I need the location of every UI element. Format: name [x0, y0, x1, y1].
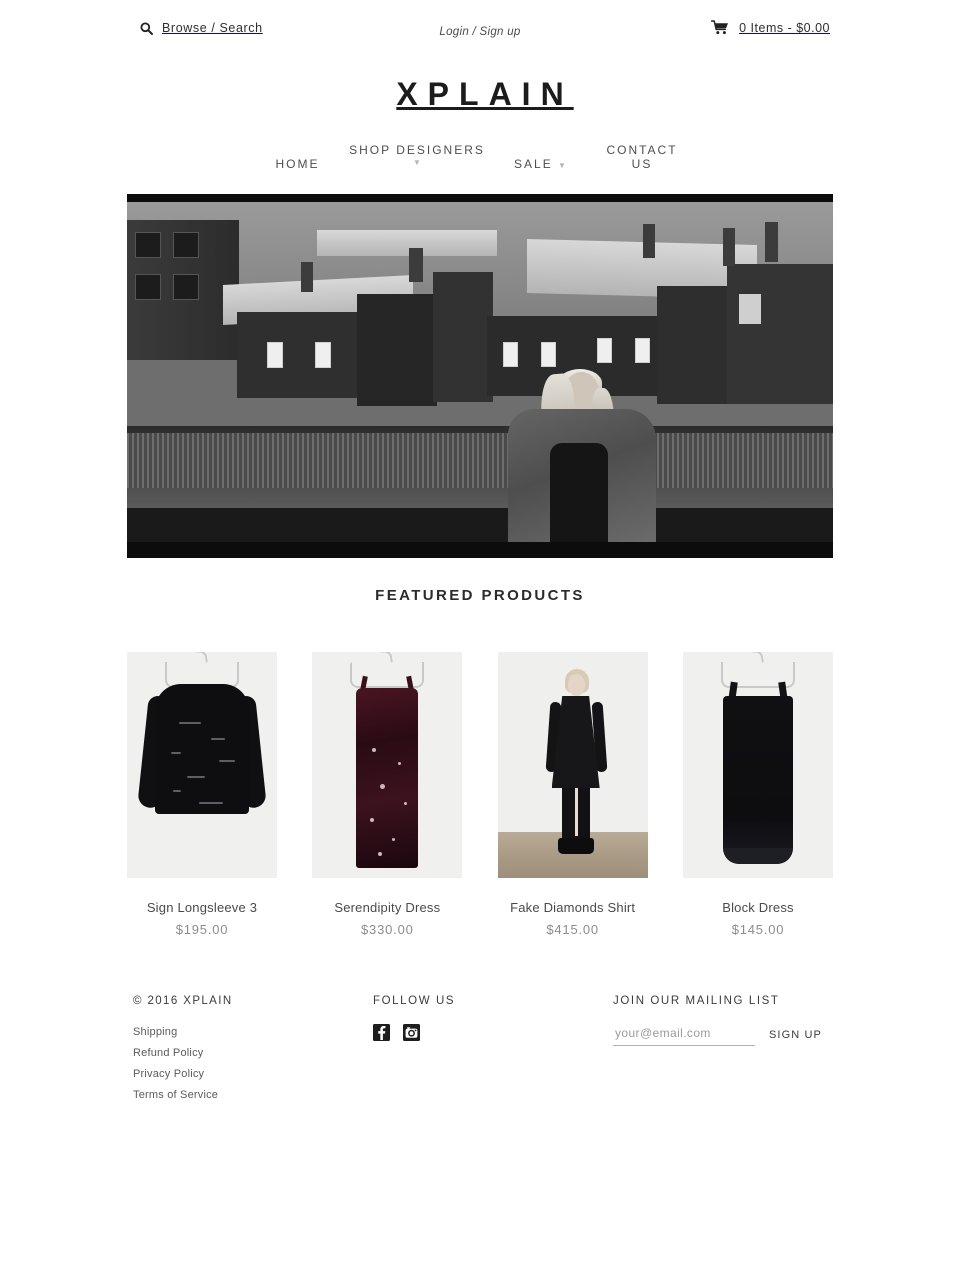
product-card[interactable]: Block Dress $145.00	[682, 652, 833, 937]
hero-roof	[317, 230, 497, 256]
product-image-serendipity-dress[interactable]	[312, 652, 463, 878]
hero-window	[135, 232, 161, 258]
footer-links-column: © 2016 XPLAIN Shipping Refund Policy Pri…	[133, 995, 353, 1110]
footer-link-list: Shipping Refund Policy Privacy Policy Te…	[133, 1026, 353, 1101]
hero-banner[interactable]	[127, 194, 833, 558]
product-name[interactable]: Sign Longsleeve 3	[127, 900, 277, 915]
instagram-icon[interactable]	[403, 1024, 420, 1041]
product-name[interactable]: Block Dress	[683, 900, 833, 915]
logo-area: XPLAIN	[0, 58, 960, 110]
hero-window	[267, 342, 283, 368]
featured-products-grid: Sign Longsleeve 3 $195.00 Serendipity Dr…	[127, 652, 833, 937]
chevron-down-icon: ▼	[413, 158, 421, 167]
nav-item-sale-label: SALE	[514, 157, 553, 171]
footer-link-refund-policy[interactable]: Refund Policy	[133, 1047, 353, 1059]
product-image-fake-diamonds-shirt[interactable]	[497, 652, 648, 878]
product-image-sign-longsleeve-3[interactable]	[127, 652, 277, 878]
cart-link[interactable]: 0 Items - $0.00	[710, 20, 830, 35]
hero-chimney	[723, 228, 735, 266]
nav-item-home[interactable]: HOME	[255, 157, 340, 171]
product-card[interactable]: Sign Longsleeve 3 $195.00	[127, 652, 277, 937]
login-signup-link[interactable]: Login / Sign up	[439, 26, 520, 38]
footer-mailing-list-column: JOIN OUR MAILING LIST SIGN UP	[613, 995, 843, 1046]
hero-window	[739, 294, 761, 324]
featured-products-heading: FEATURED PRODUCTS	[375, 587, 585, 604]
product-price: $415.00	[546, 922, 599, 937]
product-name[interactable]: Serendipity Dress	[312, 900, 462, 915]
hero-chimney	[301, 262, 313, 292]
follow-us-heading: FOLLOW US	[373, 995, 456, 1007]
shopping-cart-icon	[710, 20, 729, 35]
mailing-list-form: SIGN UP	[613, 1026, 843, 1046]
hero-window	[173, 232, 199, 258]
email-field[interactable]	[613, 1026, 755, 1046]
hero-building	[727, 264, 833, 404]
hero-model-figure	[494, 352, 669, 542]
product-card[interactable]: Fake Diamonds Shirt $415.00	[497, 652, 648, 937]
main-navigation: HOME SHOP DESIGNERS ▼ SALE ▼ CONTACT US	[0, 137, 960, 185]
product-card[interactable]: Serendipity Dress $330.00	[312, 652, 463, 937]
utility-bar: Browse / Search Login / Sign up 0 Items …	[0, 0, 960, 58]
hero-roof-edge	[127, 508, 833, 542]
social-links	[373, 1024, 553, 1041]
sign-up-button[interactable]: SIGN UP	[769, 1029, 822, 1046]
site-logo[interactable]: XPLAIN	[386, 78, 573, 110]
mailing-list-heading: JOIN OUR MAILING LIST	[613, 995, 780, 1007]
hero-model-top	[550, 443, 609, 542]
footer-link-shipping[interactable]: Shipping	[133, 1026, 353, 1038]
hero-window	[315, 342, 331, 368]
nav-item-contact-us-line2: US	[631, 157, 653, 171]
nav-item-contact-us[interactable]: CONTACT US	[592, 143, 692, 171]
facebook-icon[interactable]	[373, 1024, 390, 1041]
footer-link-terms-of-service[interactable]: Terms of Service	[133, 1089, 353, 1101]
page-root: Browse / Search Login / Sign up 0 Items …	[0, 0, 960, 1145]
hero-image	[127, 202, 833, 542]
hero-chimney	[409, 248, 423, 282]
product-price: $145.00	[731, 922, 785, 937]
nav-item-contact-us-line1: CONTACT	[606, 143, 678, 157]
site-footer: © 2016 XPLAIN Shipping Refund Policy Pri…	[127, 995, 833, 1145]
footer-link-privacy-policy[interactable]: Privacy Policy	[133, 1068, 353, 1080]
product-price: $195.00	[175, 922, 229, 937]
footer-social-column: FOLLOW US	[373, 995, 553, 1041]
product-price: $330.00	[361, 922, 414, 937]
nav-item-shop-designers-label: SHOP DESIGNERS	[349, 143, 485, 157]
hero-window	[173, 274, 199, 300]
hero-railing	[127, 433, 833, 488]
chevron-down-icon: ▼	[558, 161, 566, 170]
product-image-block-dress[interactable]	[682, 652, 833, 878]
hero-chimney	[643, 224, 655, 258]
hero-building	[357, 294, 437, 406]
hero-window	[135, 274, 161, 300]
hero-building	[433, 272, 493, 402]
copyright-text: © 2016 XPLAIN	[133, 995, 233, 1007]
product-name[interactable]: Fake Diamonds Shirt	[498, 900, 648, 915]
cart-summary-label: 0 Items - $0.00	[739, 20, 830, 35]
hero-chimney	[765, 222, 778, 262]
nav-item-sale[interactable]: SALE ▼	[490, 157, 590, 173]
nav-item-shop-designers[interactable]: SHOP DESIGNERS ▼	[333, 143, 501, 169]
